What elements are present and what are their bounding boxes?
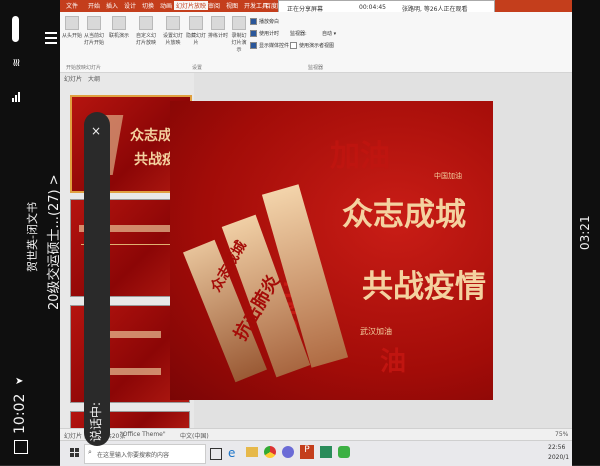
record-button[interactable]: 录制幻灯片演示 bbox=[230, 16, 248, 53]
play-current-icon bbox=[87, 16, 101, 30]
setup-icon bbox=[166, 16, 180, 30]
phone-right-panel: 03:21 bbox=[572, 0, 600, 465]
file-explorer-icon[interactable] bbox=[246, 447, 258, 457]
record-icon bbox=[232, 16, 246, 30]
slide-subtitle-bottom: 武汉加油 bbox=[360, 327, 392, 336]
use-timings-checkbox[interactable]: 使用计时 bbox=[250, 30, 279, 37]
presenter-view-checkbox[interactable]: 使用演示者视图 bbox=[290, 42, 334, 49]
broadcast-icon bbox=[112, 16, 126, 30]
phone-side-panel: ≋ 贺世英-闭文书 20级交运硕士...(27) > ➤ 10:02 bbox=[0, 0, 62, 465]
location-icon: ➤ bbox=[15, 376, 24, 387]
tab-design[interactable]: 设计 bbox=[124, 1, 136, 10]
tab-view[interactable]: 视图 bbox=[226, 1, 238, 10]
slide-title-1: 众志成城 bbox=[342, 197, 466, 233]
powerpoint-icon[interactable]: P bbox=[300, 445, 314, 459]
hide-slide-button[interactable]: 隐藏幻灯片 bbox=[186, 16, 206, 46]
close-icon[interactable]: × bbox=[91, 124, 101, 138]
from-start-button[interactable]: 从头开始 bbox=[62, 16, 82, 39]
online-present-button[interactable]: 联机演示 bbox=[108, 16, 130, 39]
wifi-icon: ≋ bbox=[10, 57, 24, 68]
narration-checkbox[interactable]: 播放旁白 bbox=[250, 18, 279, 25]
tab-insert[interactable]: 插入 bbox=[106, 1, 118, 10]
tab-slideshow[interactable]: 幻灯片放映 bbox=[174, 1, 209, 10]
slide-canvas[interactable]: 加油 油 FIGHTING 众志成城 抗击肺炎 中国加油 众志成城 共战疫情 武… bbox=[170, 101, 493, 400]
slide-title-2: 共战疫情 bbox=[362, 269, 486, 305]
signal-icon bbox=[12, 88, 22, 102]
expand-icon[interactable] bbox=[14, 440, 28, 454]
group-monitor-label: 监视器 bbox=[308, 65, 324, 71]
app-icon[interactable] bbox=[320, 446, 332, 458]
ribbon-panel: 从头开始 从当前幻灯片开始 联机演示 自定义幻灯片放映 设置幻灯片放映 隐藏幻灯… bbox=[60, 12, 572, 73]
speaking-status: 说话中: bbox=[89, 401, 103, 442]
tab-file[interactable]: 文件 bbox=[66, 1, 78, 10]
zoom-level[interactable]: 75% bbox=[555, 431, 568, 438]
group-setup-label: 设置 bbox=[192, 65, 203, 71]
stopwatch-icon bbox=[211, 16, 225, 30]
group-start-label: 开始放映幻灯片 bbox=[66, 65, 102, 71]
theme-name: "Office Theme" bbox=[120, 431, 166, 438]
hide-slide-icon bbox=[189, 16, 203, 30]
pill-icon[interactable] bbox=[12, 16, 19, 42]
play-icon bbox=[65, 16, 79, 30]
from-current-button[interactable]: 从当前幻灯片开始 bbox=[84, 16, 104, 46]
phone-time: 10:02 bbox=[12, 393, 28, 434]
setup-show-button[interactable]: 设置幻灯片放映 bbox=[162, 16, 184, 46]
tab-animations[interactable]: 动画 bbox=[160, 1, 172, 10]
tab-review[interactable]: 审阅 bbox=[208, 1, 220, 10]
clock-time: 22:56 bbox=[548, 444, 566, 451]
search-box[interactable]: ⌕ 在这里输入你要搜索的内容 bbox=[84, 444, 206, 464]
windows-start-icon[interactable] bbox=[70, 448, 80, 458]
menu-icon[interactable] bbox=[45, 32, 57, 44]
raised-fists-graphic: 众志成城 抗击肺炎 bbox=[183, 146, 349, 383]
tab-outline[interactable]: 大纲 bbox=[88, 74, 100, 83]
windows-taskbar: ⌕ 在这里输入你要搜索的内容 e P 22:56 2020/1 bbox=[60, 440, 572, 466]
clock-date: 2020/1 bbox=[548, 454, 570, 461]
monitor-label: 监视器: bbox=[290, 31, 307, 37]
share-time: 00:04:45 bbox=[359, 4, 386, 11]
search-icon: ⌕ bbox=[88, 448, 92, 456]
wechat-icon[interactable] bbox=[338, 446, 350, 458]
slide-subtitle-top: 中国加油 bbox=[434, 172, 462, 180]
tab-slides[interactable]: 幻灯片 bbox=[64, 74, 82, 83]
custom-show-button[interactable]: 自定义幻灯片放映 bbox=[134, 16, 158, 46]
chrome-icon[interactable] bbox=[264, 446, 276, 458]
search-placeholder: 在这里输入你要搜索的内容 bbox=[97, 452, 170, 459]
tab-transitions[interactable]: 切换 bbox=[142, 1, 154, 10]
contact-name: 贺世英-闭文书 bbox=[26, 202, 39, 272]
call-timer: 03:21 bbox=[578, 215, 592, 250]
monitor-select[interactable]: 自动 ▾ bbox=[322, 30, 336, 37]
media-controls-checkbox[interactable]: 显示媒体控件 bbox=[250, 42, 289, 49]
language: 中文(中国) bbox=[180, 433, 209, 440]
task-view-icon[interactable] bbox=[210, 448, 222, 460]
edge-icon[interactable]: e bbox=[228, 446, 235, 460]
bg-char: 油 bbox=[380, 347, 407, 377]
tab-home[interactable]: 开始 bbox=[88, 1, 100, 10]
voice-chat-overlay[interactable]: × 说话中: bbox=[84, 112, 110, 446]
rehearse-button[interactable]: 排练计时 bbox=[208, 16, 228, 39]
custom-show-icon bbox=[139, 16, 153, 30]
app-icon[interactable] bbox=[282, 446, 294, 458]
